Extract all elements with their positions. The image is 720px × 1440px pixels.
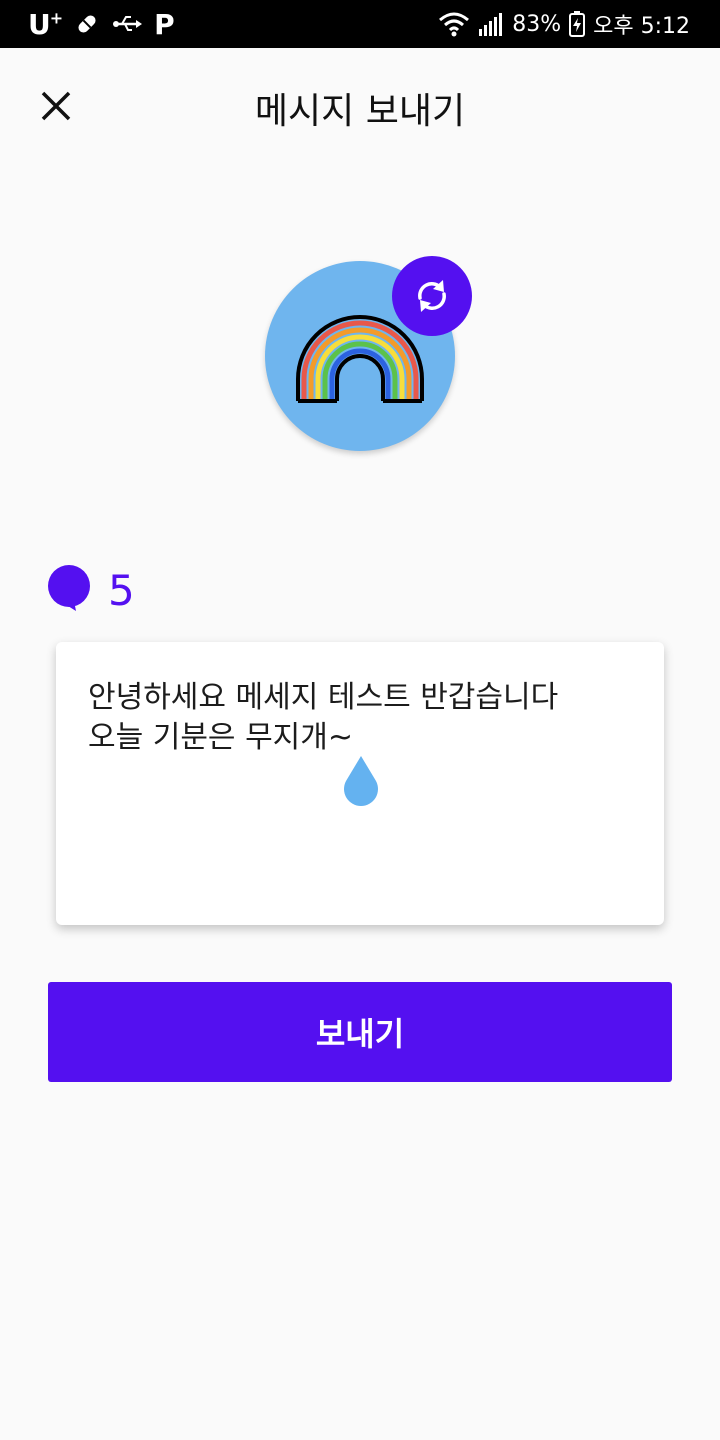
cursor-handle[interactable] bbox=[339, 754, 383, 810]
carrier-label: U+ bbox=[28, 7, 63, 41]
pill-icon bbox=[78, 15, 96, 33]
app-bar: 메시지 보내기 bbox=[0, 48, 720, 160]
battery-percent: 83% bbox=[512, 11, 562, 37]
refresh-avatar-button[interactable] bbox=[392, 256, 472, 336]
message-count-value: 5 bbox=[108, 565, 135, 615]
message-input[interactable]: 안녕하세요 메세지 테스트 반갑습니다 오늘 기분은 무지개~ bbox=[56, 642, 664, 925]
refresh-icon bbox=[418, 280, 446, 312]
signal-icon bbox=[479, 13, 503, 36]
battery-charging-icon bbox=[569, 11, 586, 37]
status-bar-left: U+ P bbox=[28, 6, 175, 42]
message-count: 5 bbox=[46, 560, 135, 620]
speech-bubble-icon bbox=[48, 565, 90, 611]
message-text[interactable]: 안녕하세요 메세지 테스트 반갑습니다 오늘 기분은 무지개~ bbox=[88, 678, 638, 758]
status-bar: U+ P 83% 오후 5:12 bbox=[0, 0, 720, 48]
send-button[interactable]: 보내기 bbox=[48, 982, 672, 1082]
status-bar-right: 83% 오후 5:12 bbox=[438, 6, 690, 42]
parking-icon: P bbox=[154, 7, 175, 41]
wifi-icon bbox=[439, 12, 470, 37]
page-title: 메시지 보내기 bbox=[254, 91, 466, 132]
usb-icon bbox=[113, 16, 143, 31]
clock: 오후 5:12 bbox=[593, 14, 690, 39]
